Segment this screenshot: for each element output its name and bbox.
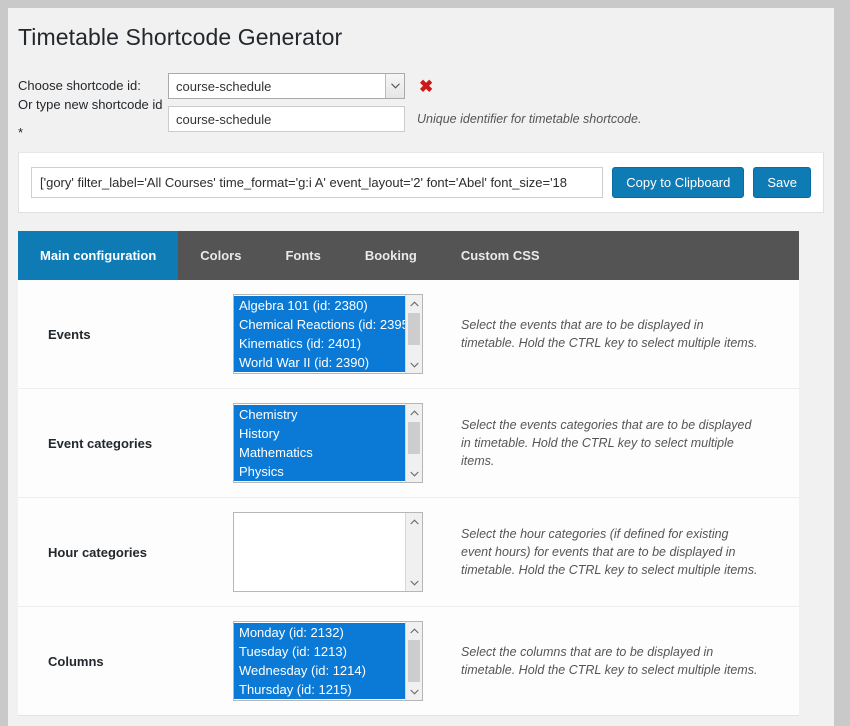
listbox-event-categories[interactable]: Chemistry History Mathematics Physics [233, 403, 423, 483]
tab-label: Colors [200, 248, 242, 263]
scroll-up-icon[interactable] [406, 404, 423, 421]
list-option[interactable]: Monday (id: 2132) [234, 623, 405, 642]
scroll-down-icon[interactable] [406, 356, 423, 373]
field-help-event-categories: Select the events categories that are to… [461, 417, 752, 469]
shortcode-output-panel: Copy to Clipboard Save [18, 152, 824, 213]
admin-page: Timetable Shortcode Generator Choose sho… [8, 8, 834, 726]
tab-label: Custom CSS [460, 248, 540, 263]
scroll-thumb[interactable] [408, 313, 420, 345]
list-option[interactable]: Algebra 101 (id: 2380) [234, 296, 405, 315]
shortcode-id-select-value: course-schedule [176, 78, 272, 94]
tab-colors[interactable]: Colors [178, 231, 263, 280]
page-header: Timetable Shortcode Generator [8, 8, 834, 66]
new-shortcode-label: Or type new shortcode id * [18, 97, 163, 140]
shortcode-id-select[interactable]: course-schedule [168, 73, 405, 99]
listbox-options: Chemistry History Mathematics Physics [234, 404, 405, 482]
list-option[interactable]: Tuesday (id: 1213) [234, 642, 405, 661]
chevron-down-icon[interactable] [385, 74, 404, 98]
field-help-columns: Select the columns that are to be displa… [461, 644, 758, 677]
list-option[interactable]: Chemical Reactions (id: 2395) [234, 315, 405, 334]
scroll-thumb[interactable] [408, 422, 420, 454]
listbox-options: Monday (id: 2132) Tuesday (id: 1213) Wedne… [234, 622, 405, 700]
tab-label: Fonts [285, 248, 321, 263]
field-help-events: Select the events that are to be display… [461, 317, 758, 350]
list-option[interactable]: Chemistry [234, 405, 405, 424]
scroll-up-icon[interactable] [406, 295, 423, 312]
tab-custom-css[interactable]: Custom CSS [439, 231, 562, 280]
scroll-up-icon[interactable] [406, 622, 423, 639]
field-row-columns: Columns Monday (id: 2132) Tuesday (id: 121… [18, 607, 799, 715]
tab-bar: Main configuration Colors Fonts Booking Cust… [18, 231, 799, 280]
field-label-hour-categories: Hour categories [48, 544, 147, 560]
tab-fonts[interactable]: Fonts [263, 231, 342, 280]
list-option[interactable]: History [234, 424, 405, 443]
listbox-scrollbar[interactable] [405, 513, 422, 591]
main-configuration-panel: Events Algebra 101 (id: 2380) Chemical Rea… [18, 280, 799, 716]
field-label-columns: Columns [48, 653, 104, 669]
field-label-event-categories: Event categories [48, 435, 153, 451]
delete-shortcode-icon[interactable]: ✖ [419, 78, 433, 95]
listbox-events[interactable]: Algebra 101 (id: 2380) Chemical Reactions… [233, 294, 423, 374]
field-row-events: Events Algebra 101 (id: 2380) Chemical Rea… [18, 280, 799, 389]
listbox-options: Algebra 101 (id: 2380) Chemical Reactions… [234, 295, 405, 373]
list-option[interactable]: Physics [234, 462, 405, 481]
field-row-event-categories: Event categories Chemistry History Mathemat… [18, 389, 799, 498]
list-option[interactable]: Thursday (id: 1215) [234, 680, 405, 699]
shortcode-id-chooser: Choose shortcode id: course-schedule ✖ O… [8, 66, 834, 152]
tab-bar-filler [562, 231, 799, 280]
new-shortcode-hint: Unique identifier for timetable shortcod… [417, 112, 642, 126]
listbox-scrollbar[interactable] [405, 295, 422, 373]
list-option[interactable]: Mathematics [234, 443, 405, 462]
tab-main-configuration[interactable]: Main configuration [18, 231, 179, 280]
list-option[interactable]: World War II (id: 2390) [234, 353, 405, 372]
listbox-hour-categories[interactable] [233, 512, 423, 592]
page-title: Timetable Shortcode Generator [18, 23, 343, 50]
shortcode-output-input[interactable] [31, 167, 604, 198]
tab-label: Main configuration [40, 248, 157, 263]
field-help-hour-categories: Select the hour categories (if defined f… [461, 526, 758, 578]
listbox-scrollbar[interactable] [405, 622, 422, 700]
tab-label: Booking [364, 248, 417, 263]
listbox-columns[interactable]: Monday (id: 2132) Tuesday (id: 1213) Wedne… [233, 621, 423, 701]
scroll-thumb[interactable] [408, 640, 420, 682]
listbox-options [234, 513, 405, 591]
copy-to-clipboard-button[interactable]: Copy to Clipboard [612, 167, 745, 198]
listbox-scrollbar[interactable] [405, 404, 422, 482]
scroll-down-icon[interactable] [406, 574, 423, 591]
tab-booking[interactable]: Booking [343, 231, 439, 280]
new-shortcode-id-input[interactable] [168, 106, 405, 132]
field-label-events: Events [48, 326, 91, 342]
save-button[interactable]: Save [753, 167, 811, 198]
list-option[interactable]: Kinematics (id: 2401) [234, 334, 405, 353]
scroll-up-icon[interactable] [406, 513, 423, 530]
scroll-down-icon[interactable] [406, 465, 423, 482]
field-row-hour-categories: Hour categories Select the hour categorie… [18, 498, 799, 607]
list-option[interactable]: Wednesday (id: 1214) [234, 661, 405, 680]
new-shortcode-row: Or type new shortcode id * Unique identi… [18, 97, 834, 140]
scroll-down-icon[interactable] [406, 683, 423, 700]
